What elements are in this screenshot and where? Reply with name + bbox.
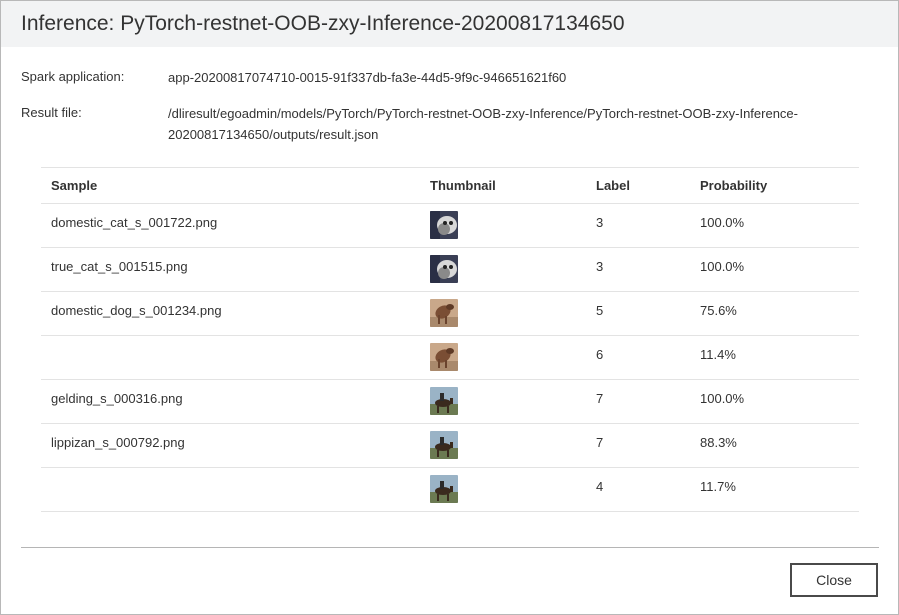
label-cell: 7 [596,435,604,450]
horse-thumbnail[interactable] [430,475,458,503]
result-file-value: /dliresult/egoadmin/models/PyTorch/PyTor… [168,103,798,145]
table-header-row: Sample Thumbnail Label Probability [41,168,859,204]
column-header-thumbnail[interactable]: Thumbnail [430,168,496,203]
result-file-label: Result file: [21,105,82,120]
table-row: 4 11.7% [41,468,859,512]
table-row: domestic_cat_s_001722.png 3 100.0% [41,204,859,248]
table-row: 6 11.4% [41,336,859,380]
sample-cell: domestic_cat_s_001722.png [51,215,218,230]
table-body: domestic_cat_s_001722.png 3 100.0% true_cat… [41,204,859,512]
probability-cell: 100.0% [700,391,745,406]
table-row: lippizan_s_000792.png 7 88.3% [41,424,859,468]
table-row: true_cat_s_001515.png 3 100.0% [41,248,859,292]
sample-cell: lippizan_s_000792.png [51,435,185,450]
spark-application-value: app-20200817074710-0015-91f337db-fa3e-44… [168,70,567,85]
probability-cell: 11.4% [700,347,736,362]
column-header-probability[interactable]: Probability [700,168,767,203]
close-button[interactable]: Close [790,563,878,597]
sample-cell: true_cat_s_001515.png [51,259,188,274]
sample-cell: domestic_dog_s_001234.png [51,303,222,318]
horse-thumbnail[interactable] [430,387,458,415]
probability-cell: 100.0% [700,259,745,274]
column-header-sample[interactable]: Sample [51,168,97,203]
probability-cell: 100.0% [700,215,745,230]
dog-thumbnail[interactable] [430,343,458,371]
spark-application-label: Spark application: [21,69,125,84]
cat-thumbnail[interactable] [430,255,458,283]
label-cell: 3 [596,215,604,230]
probability-cell: 88.3% [700,435,737,450]
dog-thumbnail[interactable] [430,299,458,327]
dialog-title: Inference: PyTorch-restnet-OOB-zxy-Infer… [21,12,625,35]
table-row: gelding_s_000316.png 7 100.0% [41,380,859,424]
horse-thumbnail[interactable] [430,431,458,459]
probability-cell: 11.7% [700,479,736,494]
result-file-line-2: 20200817134650/outputs/result.json [168,127,379,142]
table-row: domestic_dog_s_001234.png 5 75.6% [41,292,859,336]
cat-thumbnail[interactable] [430,211,458,239]
result-file-line-1: /dliresult/egoadmin/models/PyTorch/PyTor… [168,106,798,121]
label-cell: 4 [596,479,604,494]
label-cell: 3 [596,259,604,274]
label-cell: 6 [596,347,604,362]
probability-cell: 75.6% [700,303,737,318]
inference-dialog: Inference: PyTorch-restnet-OOB-zxy-Infer… [0,0,899,615]
label-cell: 7 [596,391,604,406]
dialog-titlebar: Inference: PyTorch-restnet-OOB-zxy-Infer… [1,1,898,47]
label-cell: 5 [596,303,604,318]
footer-divider [21,547,879,548]
results-table: Sample Thumbnail Label Probability domes… [41,167,859,512]
column-header-label[interactable]: Label [596,168,630,203]
sample-cell: gelding_s_000316.png [51,391,183,406]
